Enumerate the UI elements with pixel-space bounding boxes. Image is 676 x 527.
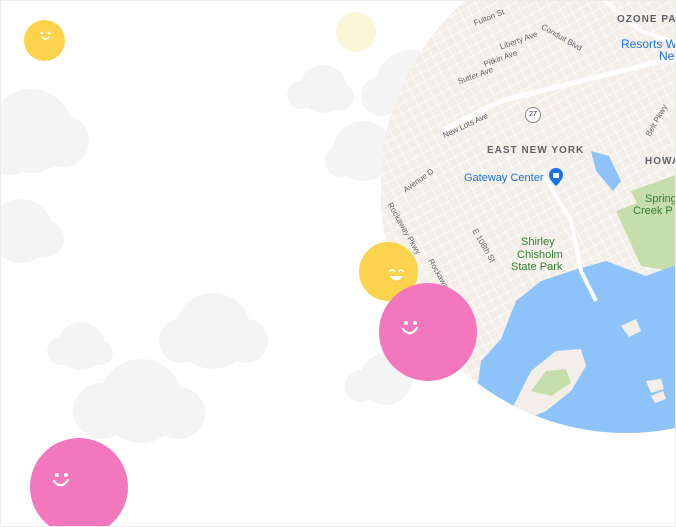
cloud-8	[73, 359, 205, 443]
smiley-face-icon	[40, 31, 51, 40]
label-spring-2: Creek P	[633, 205, 673, 217]
label-ozone-park: OZONE PA	[617, 14, 676, 25]
label-e108: E 108th St	[470, 227, 497, 264]
bubble-bottom-pink[interactable]	[30, 438, 128, 526]
smiley-face-icon	[52, 473, 70, 487]
shopping-bag-pin-icon[interactable]	[549, 168, 563, 186]
label-avenue-d: Avenue D	[401, 166, 436, 195]
smiley-face-icon	[401, 321, 419, 335]
cloud-2	[1, 199, 64, 263]
app-canvas: Fulton St Liberty Ave Conduit Blvd Pitki…	[0, 0, 676, 527]
label-sutter: Sutter Ave	[456, 64, 495, 87]
label-liberty: Liberty Ave	[498, 29, 539, 52]
bubble-top-left[interactable]	[24, 20, 65, 61]
label-fulton: Fulton St	[472, 7, 506, 28]
bubble-mid-pink[interactable]	[379, 283, 477, 381]
label-shirley-2: Chisholm	[517, 249, 563, 261]
cloud-7	[159, 293, 268, 369]
label-resorts-2: Ne	[659, 49, 675, 63]
label-howard: HOWA	[645, 156, 675, 167]
bubble-top-pale[interactable]	[336, 12, 376, 52]
label-belt-pkwy: Belt Pkwy	[643, 103, 670, 138]
label-shirley-3: State Park	[511, 261, 563, 273]
cloud-6	[47, 322, 113, 370]
route-27-shield: 27	[525, 107, 541, 123]
cloud-3	[287, 65, 354, 113]
label-spring-1: Spring	[645, 193, 676, 205]
cloud-1	[1, 89, 89, 175]
label-east-new-york: EAST NEW YORK	[487, 145, 585, 156]
label-new-lots: New Lots Ave	[441, 111, 490, 140]
label-conduit: Conduit Blvd	[539, 22, 584, 53]
label-shirley-1: Shirley	[521, 236, 555, 248]
label-gateway-center: Gateway Center	[464, 172, 544, 184]
